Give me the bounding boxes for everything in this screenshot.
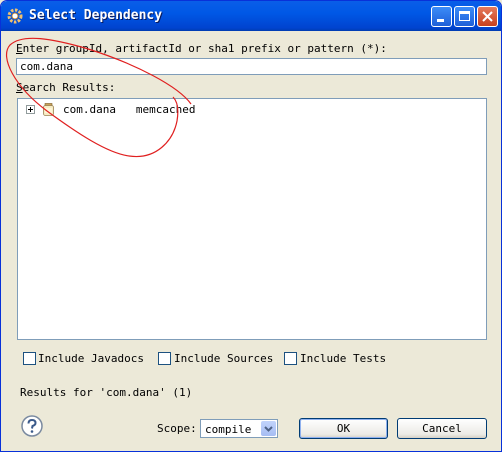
minimize-button[interactable] [431, 6, 452, 27]
search-label: Enter groupId, artifactId or sha1 prefix… [16, 42, 387, 55]
search-input-value: com.dana [20, 60, 73, 73]
search-label-text: nter groupId, artifactId or sha1 prefix … [22, 42, 387, 55]
include-sources-label[interactable]: Include Sources [174, 352, 273, 365]
search-label-mnemonic: E [16, 42, 23, 55]
maximize-icon [459, 11, 470, 21]
jar-icon [43, 103, 54, 116]
ok-button[interactable]: OK [299, 418, 388, 439]
minimize-icon [437, 19, 444, 22]
maximize-button[interactable] [454, 6, 475, 27]
scope-select-value: compile [205, 423, 252, 436]
tree-item-artifact: memcached [135, 103, 196, 116]
results-label-text: earch Results: [22, 81, 116, 94]
include-tests-label[interactable]: Include Tests [300, 352, 386, 365]
include-sources-checkbox[interactable] [158, 352, 171, 365]
expand-icon[interactable] [26, 105, 35, 114]
status-text: Results for 'com.dana' (1) [20, 386, 193, 399]
scope-select[interactable]: compile [200, 419, 278, 438]
search-results-tree[interactable]: com.dana memcached [17, 98, 487, 340]
select-dependency-dialog: Select Dependency Enter groupId, artifac… [0, 0, 502, 452]
scope-label: Scope: [157, 422, 197, 435]
gear-icon [7, 8, 23, 24]
results-label-mnemonic: S [16, 81, 23, 94]
close-button[interactable] [477, 6, 498, 27]
close-icon [482, 11, 493, 22]
help-icon[interactable] [21, 415, 43, 437]
cancel-button[interactable]: Cancel [397, 418, 487, 439]
include-tests-checkbox[interactable] [284, 352, 297, 365]
tree-item-group: com.dana [63, 103, 116, 116]
title-bar[interactable]: Select Dependency [1, 1, 501, 31]
include-javadocs-checkbox[interactable] [23, 352, 36, 365]
include-javadocs-label[interactable]: Include Javadocs [38, 352, 144, 365]
search-input[interactable]: com.dana [16, 58, 487, 75]
window-title: Select Dependency [29, 8, 163, 23]
results-label: Search Results: [16, 81, 115, 94]
tree-item-label: com.dana memcached [63, 103, 195, 116]
chevron-down-icon[interactable] [261, 421, 276, 436]
